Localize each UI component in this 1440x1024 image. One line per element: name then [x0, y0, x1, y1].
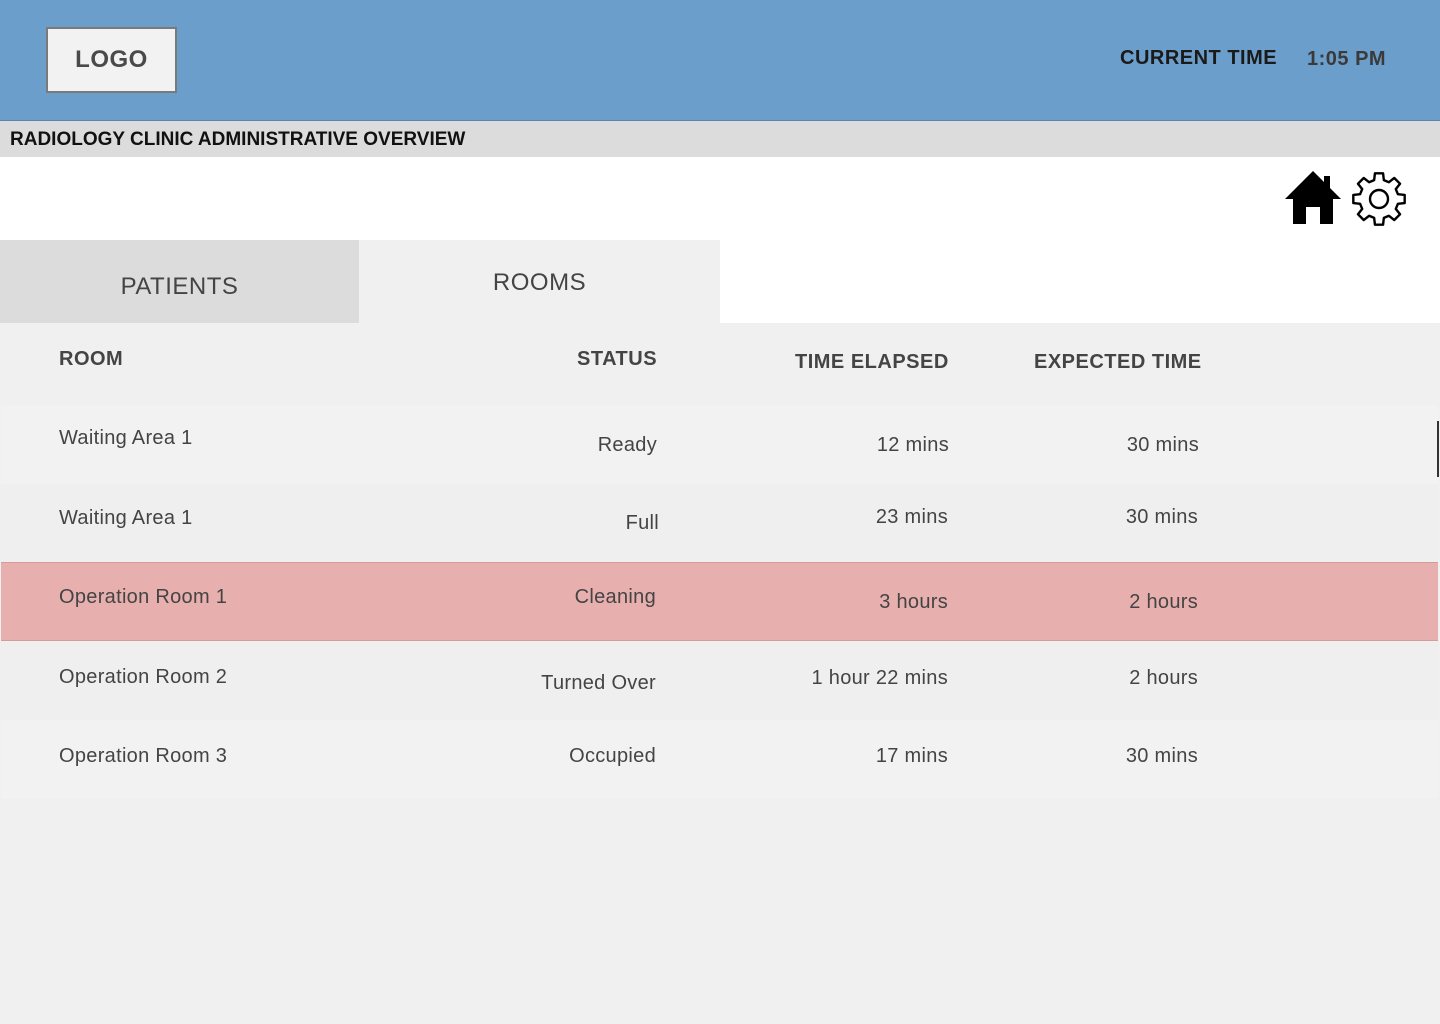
- cell-time-elapsed: 3 hours: [879, 591, 948, 613]
- tab-patients[interactable]: PATIENTS: [0, 240, 359, 323]
- page-title-bar: RADIOLOGY CLINIC ADMINISTRATIVE OVERVIEW: [0, 121, 1440, 157]
- logo[interactable]: LOGO: [46, 27, 177, 93]
- current-time-value: 1:05 PM: [1307, 48, 1387, 70]
- toolbar: [0, 157, 1440, 240]
- column-header-room[interactable]: ROOM: [59, 348, 123, 371]
- cell-expected-time: 2 hours: [1129, 667, 1198, 689]
- cell-room: Waiting Area 1: [59, 507, 193, 529]
- cell-status: Ready: [597, 434, 657, 456]
- table-row[interactable]: Operation Room 3 Occupied 17 mins 30 min…: [1, 720, 1438, 799]
- tab-rooms[interactable]: ROOMS: [359, 240, 720, 323]
- cell-room: Operation Room 3: [59, 745, 228, 767]
- table-row[interactable]: Waiting Area 1 Ready 12 mins 30 mins: [1, 405, 1438, 484]
- column-header-time-elapsed[interactable]: TIME ELAPSED: [795, 351, 949, 374]
- table-row-alert[interactable]: Operation Room 1 Cleaning 3 hours 2 hour…: [1, 562, 1438, 641]
- cell-expected-time: 30 mins: [1125, 506, 1198, 528]
- cell-status: Occupied: [569, 745, 656, 767]
- cell-time-elapsed: 1 hour 22 mins: [811, 667, 948, 689]
- cell-room: Operation Room 1: [59, 586, 228, 608]
- cell-expected-time: 30 mins: [1125, 745, 1198, 767]
- home-icon[interactable]: [1284, 170, 1342, 226]
- cell-expected-time: 2 hours: [1129, 591, 1198, 613]
- cell-time-elapsed: 12 mins: [876, 434, 949, 456]
- cell-status: Cleaning: [574, 586, 656, 608]
- cell-expected-time: 30 mins: [1126, 434, 1199, 456]
- table-header: ROOM STATUS TIME ELAPSED EXPECTED TIME: [0, 323, 1440, 405]
- table-row[interactable]: Waiting Area 1 Full 23 mins 30 mins: [1, 484, 1438, 563]
- column-header-status[interactable]: STATUS: [577, 348, 657, 371]
- cell-time-elapsed: 17 mins: [875, 745, 948, 767]
- gear-icon[interactable]: [1350, 170, 1408, 228]
- column-header-expected-time[interactable]: EXPECTED TIME: [1034, 351, 1202, 374]
- cell-status: Full: [625, 512, 659, 534]
- current-time-label: CURRENT TIME: [1120, 47, 1278, 69]
- top-header: LOGO CURRENT TIME 1:05 PM: [0, 0, 1440, 121]
- cell-room: Waiting Area 1: [59, 427, 193, 449]
- table-row[interactable]: Operation Room 2 Turned Over 1 hour 22 m…: [1, 641, 1438, 720]
- cell-status: Turned Over: [541, 672, 656, 694]
- cell-time-elapsed: 23 mins: [875, 506, 948, 528]
- page-title: RADIOLOGY CLINIC ADMINISTRATIVE OVERVIEW: [10, 129, 466, 150]
- cell-room: Operation Room 2: [59, 666, 228, 688]
